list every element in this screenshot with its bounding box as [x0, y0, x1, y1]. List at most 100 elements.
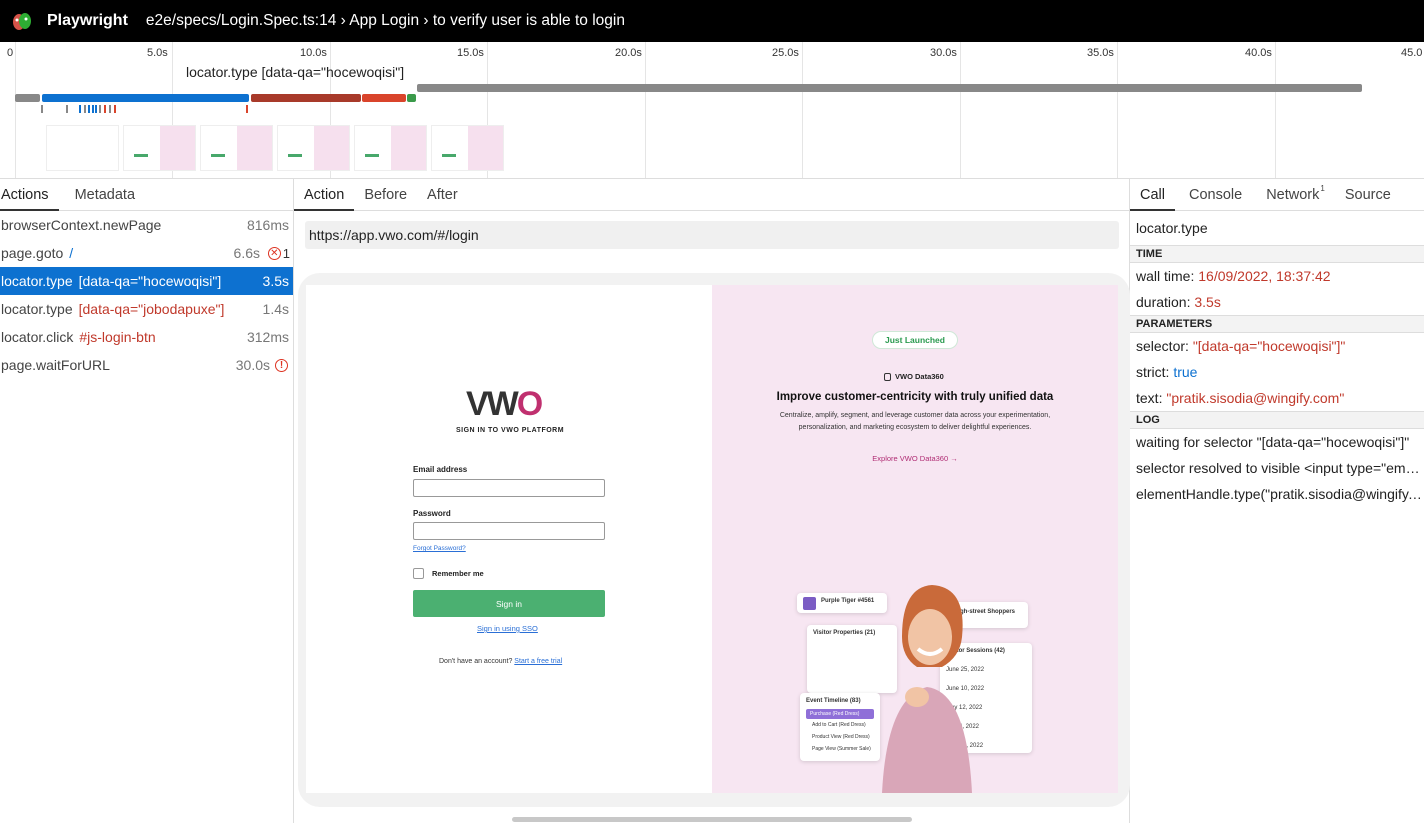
- action-item[interactable]: page.goto / 6.6s ✕ 1: [0, 239, 293, 267]
- timeline-event: [66, 105, 68, 113]
- password-label: Password: [413, 509, 451, 518]
- action-item[interactable]: locator.type [data-qa="hocewoqisi"] 3.5s: [0, 267, 293, 295]
- action-selector: [data-qa="jobodapuxe"]: [78, 301, 225, 317]
- snapshot-frame: VWO SIGN IN TO VWO PLATFORM Email addres…: [298, 273, 1130, 807]
- action-name: locator.type: [1, 273, 73, 289]
- timeline-hover-label: locator.type [data-qa="hocewoqisi"]: [186, 64, 405, 80]
- action-list: browserContext.newPage 816ms page.goto /…: [0, 211, 293, 379]
- tab-action[interactable]: Action: [294, 179, 355, 211]
- filmstrip-thumbnail[interactable]: [277, 125, 350, 171]
- tab-console[interactable]: Console: [1175, 179, 1252, 210]
- filmstrip-thumbnail[interactable]: [200, 125, 273, 171]
- error-icon: ✕: [267, 246, 281, 260]
- action-selector: [data-qa="hocewoqisi"]: [78, 273, 222, 289]
- playwright-logo-icon: [13, 13, 31, 30]
- action-duration: 816ms: [246, 217, 289, 233]
- action-item[interactable]: locator.type [data-qa="jobodapuxe"] 1.4s: [0, 295, 293, 323]
- param-selector: selector: "[data-qa="hocewoqisi"]": [1136, 338, 1346, 354]
- tab-call[interactable]: Call: [1130, 179, 1175, 211]
- action-item[interactable]: browserContext.newPage 816ms: [0, 211, 293, 239]
- action-name: browserContext.newPage: [1, 217, 162, 233]
- call-title: locator.type: [1136, 220, 1208, 236]
- just-launched-badge: Just Launched: [872, 331, 958, 349]
- avatar: [803, 597, 816, 610]
- action-selector: #js-login-btn: [79, 329, 156, 345]
- no-account-text: Don't have an account? Start a free tria…: [439, 658, 563, 665]
- vwo-logo: VWO: [466, 385, 543, 423]
- tab-after[interactable]: After: [417, 179, 468, 210]
- action-item[interactable]: page.waitForURL 30.0s !: [0, 351, 293, 379]
- snapshot-url: https://app.vwo.com/#/login: [305, 221, 1119, 249]
- timeline-event: [99, 105, 101, 113]
- section-time: TIME: [1130, 245, 1424, 263]
- test-title: e2e/specs/Login.Spec.ts:14 › App Login ›…: [145, 12, 625, 29]
- action-duration: 6.6s: [233, 245, 260, 261]
- timeline-tick: 0: [7, 42, 16, 178]
- promo-body: Centralize, amplify, segment, and levera…: [779, 412, 1051, 431]
- section-parameters: PARAMETERS: [1130, 315, 1424, 333]
- timeline-event: [88, 105, 90, 113]
- log-line: selector resolved to visible <input type…: [1136, 460, 1424, 476]
- action-duration: 30.0s: [235, 357, 270, 373]
- event-timeline-card: Event Timeline (83) Purchase (Red Dress)…: [800, 693, 880, 761]
- filmstrip-thumbnail[interactable]: [46, 125, 119, 171]
- database-icon: [884, 373, 891, 382]
- timeline-tick: 20.0s: [615, 42, 646, 178]
- timeline[interactable]: 0 5.0s 10.0s 15.0s 20.0s 25.0s 30.0s 35.…: [0, 42, 1424, 179]
- timeline-bar-type[interactable]: [251, 94, 361, 102]
- sso-link[interactable]: Sign in using SSO: [477, 624, 538, 633]
- section-log: LOG: [1130, 411, 1424, 429]
- horizontal-scrollbar[interactable]: [512, 817, 912, 822]
- details-panel: Call Console Network1 Source locator.typ…: [1130, 179, 1424, 823]
- tab-metadata[interactable]: Metadata: [59, 179, 145, 210]
- app-title: Playwright: [47, 12, 128, 29]
- actions-panel: Actions Metadata browserContext.newPage …: [0, 179, 294, 823]
- timeline-event: [79, 105, 81, 113]
- warning-badge: !: [275, 358, 290, 372]
- filmstrip-thumbnail[interactable]: [354, 125, 427, 171]
- action-item[interactable]: locator.click #js-login-btn 312ms: [0, 323, 293, 351]
- param-text: text: "pratik.sisodia@wingify.com": [1136, 390, 1345, 406]
- timeline-tick: 25.0s: [772, 42, 803, 178]
- action-name: page.goto: [1, 245, 64, 261]
- tab-network[interactable]: Network1: [1252, 179, 1335, 210]
- promo-headline: Improve customer-centricity with truly u…: [776, 391, 1054, 403]
- action-name: locator.click: [1, 329, 74, 345]
- timeline-event: [84, 105, 86, 113]
- remember-me-checkbox[interactable]: [413, 568, 424, 579]
- timeline-bar-goto[interactable]: [42, 94, 249, 102]
- free-trial-link[interactable]: Start a free trial: [514, 658, 562, 665]
- tab-source[interactable]: Source: [1335, 179, 1401, 210]
- promo-area: Just Launched VWO Data360 Improve custom…: [712, 285, 1118, 793]
- actions-tabs: Actions Metadata: [0, 179, 293, 211]
- timeline-event: [246, 105, 248, 113]
- filmstrip-thumbnail[interactable]: [123, 125, 196, 171]
- snapshot-panel: Action Before After https://app.vwo.com/…: [294, 179, 1130, 823]
- explore-link[interactable]: Explore VWO Data360 →: [712, 454, 1118, 463]
- timeline-event: [114, 105, 116, 113]
- email-field[interactable]: [413, 479, 605, 497]
- timeline-bar-click[interactable]: [407, 94, 416, 102]
- filmstrip-thumbnail[interactable]: [431, 125, 504, 171]
- tab-before[interactable]: Before: [354, 179, 417, 210]
- timeline-bar-type2[interactable]: [362, 94, 406, 102]
- error-badge: ✕ 1: [267, 246, 290, 261]
- action-duration: 3.5s: [262, 273, 289, 289]
- timeline-bar-wait[interactable]: [417, 84, 1362, 92]
- timeline-tick: 30.0s: [930, 42, 961, 178]
- signin-button[interactable]: Sign in: [413, 590, 605, 617]
- password-field[interactable]: [413, 522, 605, 540]
- duration: duration: 3.5s: [1136, 294, 1221, 310]
- timeline-tick: 35.0s: [1087, 42, 1118, 178]
- timeline-event: [109, 105, 111, 113]
- timeline-bar-newpage[interactable]: [15, 94, 40, 102]
- title-bar: Playwright e2e/specs/Login.Spec.ts:14 › …: [0, 0, 1424, 42]
- signin-heading: SIGN IN TO VWO PLATFORM: [456, 427, 565, 434]
- timeline-event: [95, 105, 97, 113]
- forgot-password-link[interactable]: Forgot Password?: [413, 545, 466, 552]
- timeline-event: [41, 105, 43, 113]
- action-name: page.waitForURL: [1, 357, 110, 373]
- tab-actions[interactable]: Actions: [0, 179, 59, 211]
- action-duration: 1.4s: [262, 301, 289, 317]
- log-line: elementHandle.type("pratik.sisodia@wingi…: [1136, 486, 1424, 502]
